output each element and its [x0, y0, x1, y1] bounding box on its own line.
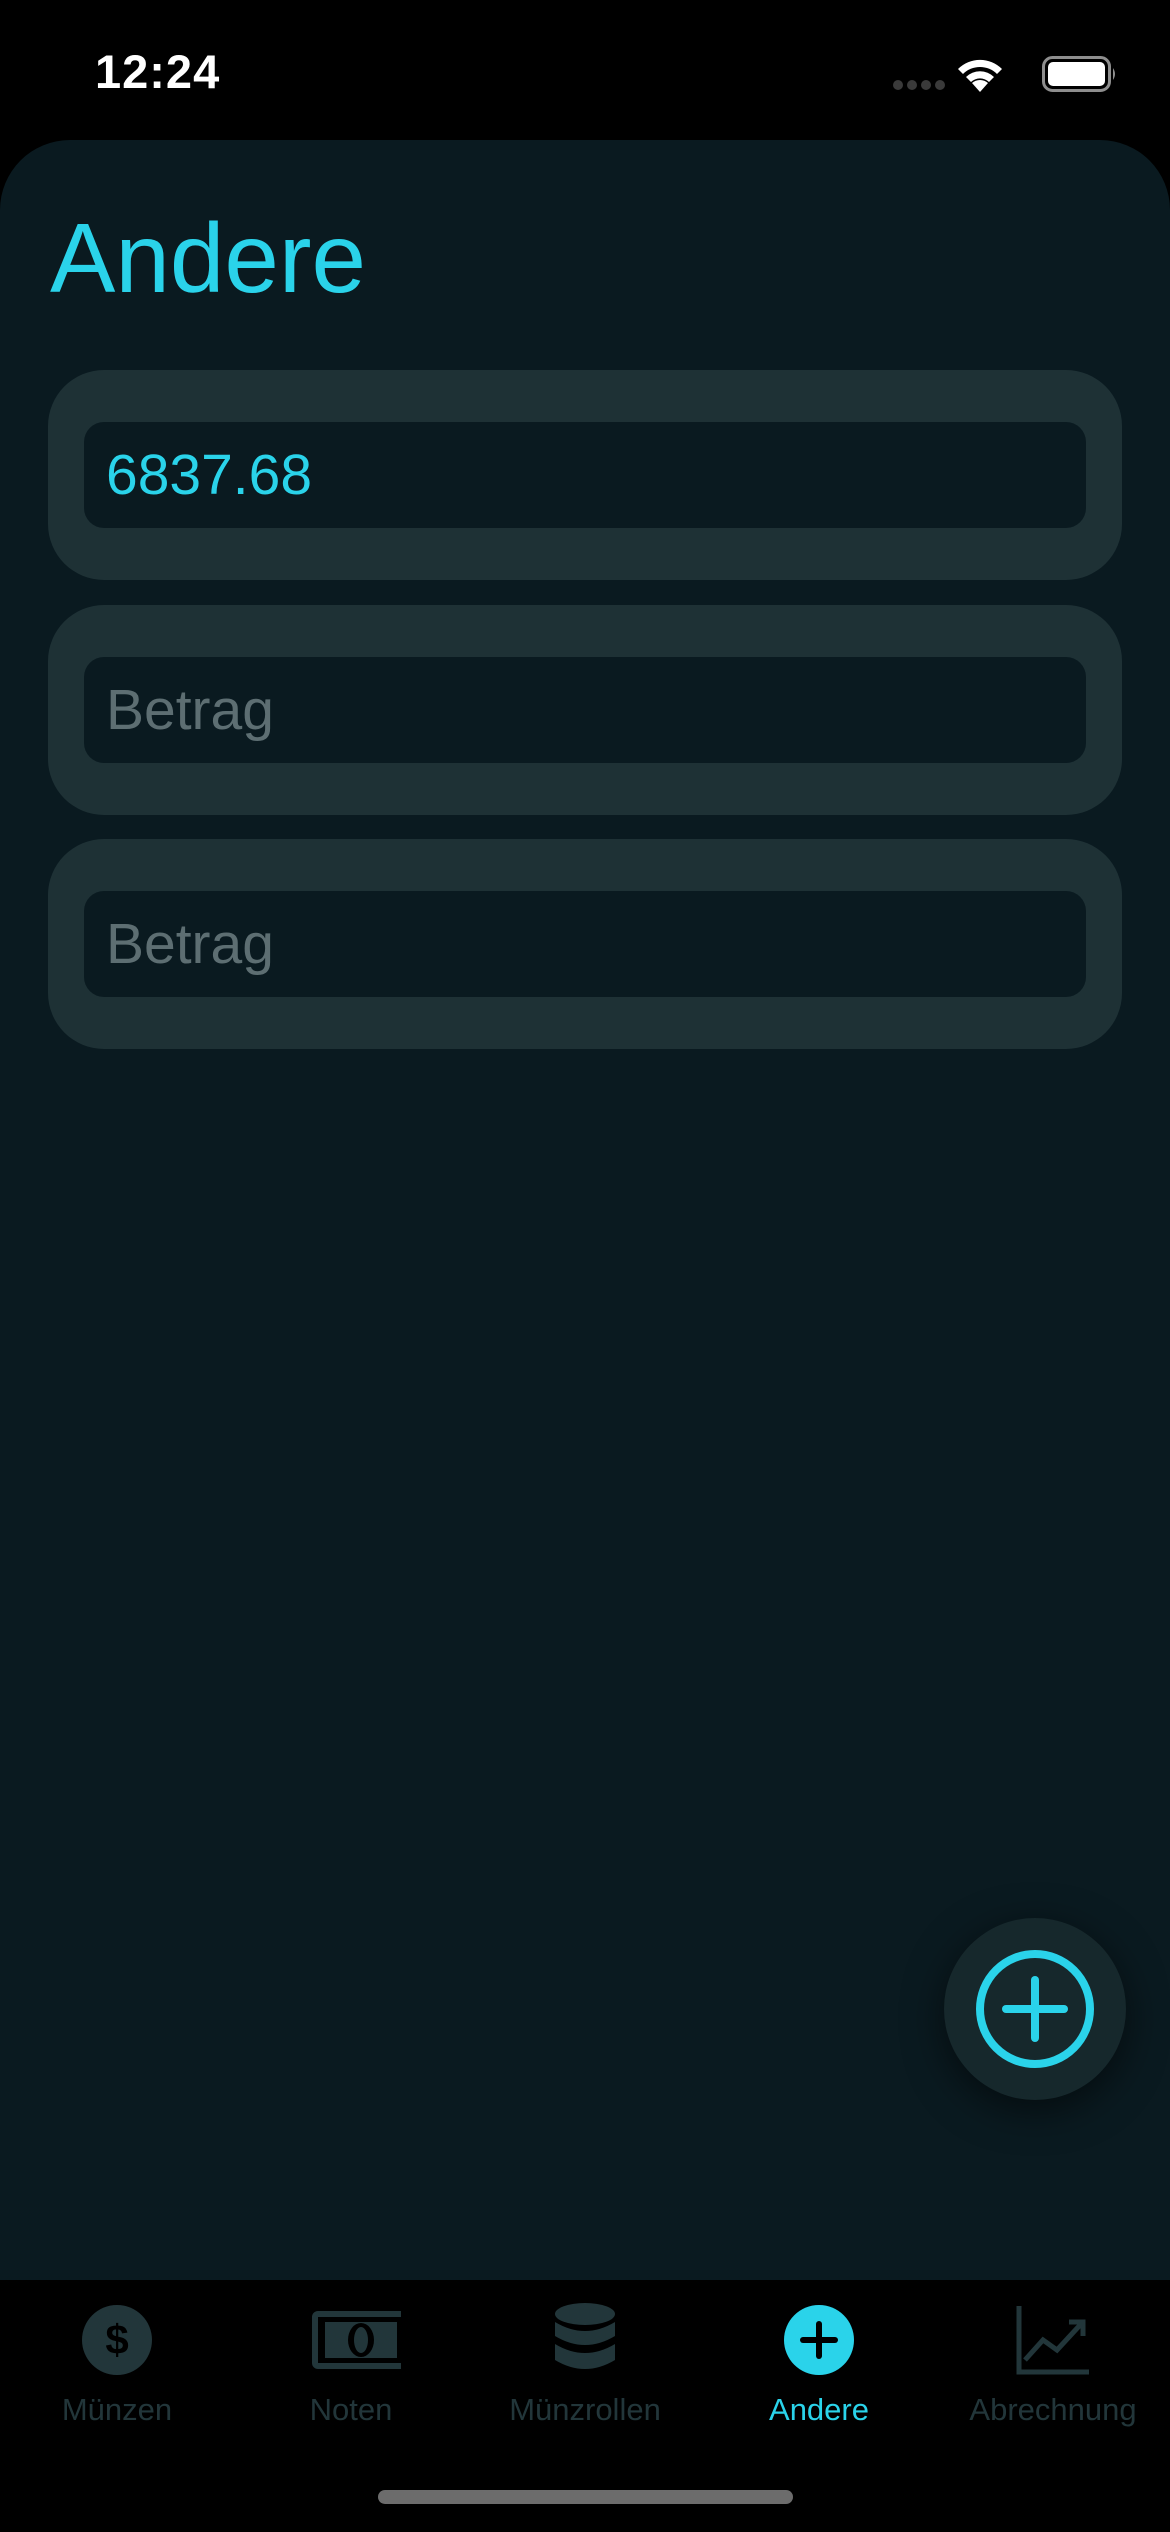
- status-time: 12:24: [95, 45, 221, 98]
- home-indicator[interactable]: [378, 2490, 793, 2504]
- tab-noten[interactable]: Noten: [234, 2300, 468, 2450]
- entry-card: [48, 370, 1122, 580]
- tab-label: Noten: [309, 2392, 393, 2427]
- tab-abrechnung[interactable]: Abrechnung: [936, 2300, 1170, 2450]
- cellular-signal-icon: [893, 80, 945, 90]
- tab-muenzrollen[interactable]: Münzrollen: [468, 2300, 702, 2450]
- plus-circle-icon: [976, 1950, 1094, 2068]
- tab-label: Abrechnung: [969, 2392, 1137, 2427]
- entry-card: [48, 605, 1122, 815]
- battery-icon: [1042, 56, 1115, 92]
- tab-muenzen[interactable]: $ Münzen: [0, 2300, 234, 2450]
- chart-line-icon: [1016, 2306, 1089, 2375]
- tab-label: Andere: [769, 2392, 869, 2427]
- plus-circle-icon: [784, 2305, 854, 2375]
- svg-text:$: $: [105, 2316, 128, 2363]
- tab-label: Münzen: [61, 2392, 173, 2427]
- dollar-coin-icon: $: [82, 2305, 152, 2375]
- amount-input[interactable]: [84, 657, 1086, 763]
- add-entry-button[interactable]: [944, 1918, 1126, 2100]
- app-screen: 12:24 Andere 6837.68 Betrag Betrag $ Mün…: [0, 0, 1170, 2532]
- banknote-icon: [312, 2311, 401, 2369]
- amount-input[interactable]: [84, 422, 1086, 528]
- wifi-icon: [958, 59, 1002, 92]
- tab-label: Münzrollen: [509, 2392, 661, 2427]
- coin-stack-icon: [555, 2303, 615, 2369]
- tab-andere[interactable]: Andere: [702, 2300, 936, 2450]
- amount-input[interactable]: [84, 891, 1086, 997]
- entry-card: [48, 839, 1122, 1049]
- status-bar: 12:24: [0, 0, 1170, 140]
- page-title: Andere: [50, 203, 367, 313]
